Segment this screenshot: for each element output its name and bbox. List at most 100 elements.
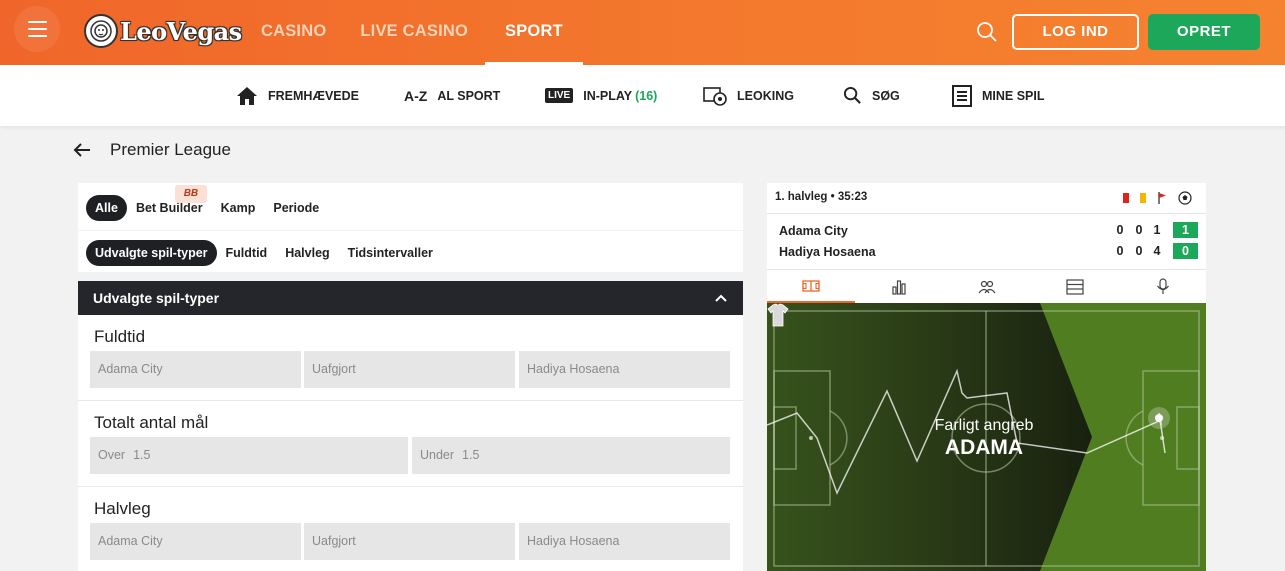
odds-button-away[interactable]: Hadiya Hosaena <box>519 351 730 388</box>
subnav-inplay-label: IN-PLAY <box>583 88 633 103</box>
subnav-leoking[interactable]: LEOKING <box>703 65 794 126</box>
pitch-icon <box>802 279 820 292</box>
odds-line: 1.5 <box>462 448 480 462</box>
ball-icon <box>1178 191 1192 205</box>
subnav-search[interactable]: SØG <box>843 65 900 126</box>
subnav-featured[interactable]: FREMHÆVEDE <box>236 65 359 126</box>
lion-logo-icon <box>84 14 118 48</box>
search-icon <box>843 86 861 104</box>
filter-panel: Alle BB Bet Builder Kamp Periode Udvalgt… <box>78 183 743 272</box>
home-red-cards: 0 <box>1116 223 1124 237</box>
leoking-icon <box>703 86 727 106</box>
odds-button-away[interactable]: Hadiya Hosaena <box>519 523 730 560</box>
subnav-mybets[interactable]: MINE SPIL <box>952 65 1045 126</box>
filter-match[interactable]: Kamp <box>212 195 265 221</box>
filter-all[interactable]: Alle <box>86 195 127 221</box>
red-card-icon <box>1123 193 1129 203</box>
filter-fulltime[interactable]: Fuldtid <box>217 240 277 266</box>
odds-label: Uafgjort <box>312 534 356 548</box>
tab-pitch[interactable] <box>767 270 855 303</box>
home-corners: 1 <box>1153 223 1161 237</box>
login-button[interactable]: LOG IND <box>1012 14 1139 50</box>
chevron-up-icon <box>715 294 727 302</box>
betslip-icon <box>952 84 972 107</box>
filter-bet-builder-label: Bet Builder <box>135 201 203 215</box>
top-header: LeoVegas CASINO LIVE CASINO SPORT LOG IN… <box>0 0 1285 65</box>
list-icon <box>1066 278 1084 295</box>
hamburger-menu-icon[interactable] <box>14 6 60 52</box>
brand-logo[interactable]: LeoVegas <box>84 14 242 48</box>
tab-commentary[interactable] <box>1119 270 1206 303</box>
nav-casino[interactable]: CASINO <box>244 0 343 65</box>
market-title: Totalt antal mål <box>94 413 209 432</box>
tab-stats[interactable] <box>855 270 943 303</box>
live-badge: LIVE <box>545 88 574 103</box>
away-red-cards: 0 <box>1116 244 1124 258</box>
filter-halftime[interactable]: Halvleg <box>276 240 338 266</box>
live-pitch-visual: Farligt angreb ADAMA <box>767 303 1206 571</box>
market-total-goals: Totalt antal mål Over 1.5 Under 1.5 <box>78 401 743 487</box>
divider <box>767 213 1206 214</box>
filter-row-types: Udvalgte spil-typer Fuldtid Halvleg Tids… <box>86 240 442 266</box>
subnav-mybets-label: MINE SPIL <box>982 88 1045 103</box>
home-goals: 1 <box>1173 222 1198 238</box>
tab-lineups[interactable] <box>943 270 1031 303</box>
subnav-all-sport-label: AL SPORT <box>437 88 501 103</box>
odds-button-under[interactable]: Under 1.5 <box>412 437 730 474</box>
odds-label: Over <box>98 448 126 462</box>
odds-button-draw[interactable]: Uafgjort <box>304 523 515 560</box>
subnav-inplay[interactable]: LIVE IN-PLAY (16) <box>545 65 657 126</box>
back-arrow-icon[interactable] <box>72 140 92 160</box>
market-fulltime: Fuldtid Adama City Uafgjort Hadiya Hosae… <box>78 315 743 401</box>
subnav-search-label: SØG <box>872 88 900 103</box>
odds-button-home[interactable]: Adama City <box>90 523 301 560</box>
odds-label: Adama City <box>98 362 163 376</box>
odds-button-draw[interactable]: Uafgjort <box>304 351 515 388</box>
odds-label: Adama City <box>98 534 163 548</box>
away-goals: 0 <box>1173 243 1198 259</box>
page-title: Premier League <box>110 140 231 159</box>
subnav-leoking-label: LEOKING <box>737 88 794 103</box>
nav-live-casino[interactable]: LIVE CASINO <box>343 0 485 65</box>
away-yellow-cards: 0 <box>1135 244 1143 258</box>
az-icon: A-Z <box>404 87 428 104</box>
filter-selected-types[interactable]: Udvalgte spil-typer <box>86 240 217 266</box>
match-tracker: 1. halvleg • 35:23 Adama City 0 0 1 1 Ha… <box>767 183 1206 571</box>
market-halftime: Halvleg Adama City Uafgjort Hadiya Hosae… <box>78 487 743 571</box>
filter-period[interactable]: Periode <box>264 195 328 221</box>
odds-button-home[interactable]: Adama City <box>90 351 301 388</box>
section-title: Udvalgte spil-typer <box>93 290 220 306</box>
market-title: Fuldtid <box>94 327 146 346</box>
home-icon <box>237 86 257 105</box>
home-yellow-cards: 0 <box>1135 223 1143 237</box>
odds-label: Uafgjort <box>312 362 356 376</box>
yellow-card-icon <box>1140 193 1146 203</box>
tab-table[interactable] <box>1031 270 1119 303</box>
home-team-name: Adama City <box>779 224 848 238</box>
event-team: ADAMA <box>944 436 1024 459</box>
odds-label: Hadiya Hosaena <box>527 362 620 376</box>
section-header[interactable]: Udvalgte spil-typer <box>78 281 743 315</box>
subnav-all-sport[interactable]: A-Z AL SPORT <box>404 65 500 126</box>
register-button[interactable]: OPRET <box>1148 14 1260 50</box>
nav-sport[interactable]: SPORT <box>485 0 583 65</box>
away-team-name: Hadiya Hosaena <box>779 245 876 259</box>
search-icon[interactable] <box>975 20 999 44</box>
inplay-count: (16) <box>635 88 658 103</box>
match-clock: 1. halvleg • 35:23 <box>775 191 868 203</box>
event-label: Farligt angreb <box>934 417 1034 434</box>
brand-name: LeoVegas <box>120 16 242 46</box>
odds-label: Hadiya Hosaena <box>527 534 620 548</box>
team-shirt-icon <box>767 303 789 327</box>
microphone-icon <box>1156 278 1169 294</box>
bet-builder-badge: BB <box>174 185 207 203</box>
filter-intervals[interactable]: Tidsintervaller <box>339 240 442 266</box>
filter-bet-builder[interactable]: BB Bet Builder <box>127 185 212 221</box>
odds-line: 1.5 <box>133 448 151 462</box>
filter-divider <box>78 230 743 231</box>
away-corners: 4 <box>1153 244 1161 258</box>
odds-label: Under <box>420 448 455 462</box>
match-stat-icons <box>1123 191 1192 205</box>
filter-row-scope: Alle BB Bet Builder Kamp Periode <box>86 185 328 221</box>
odds-button-over[interactable]: Over 1.5 <box>90 437 408 474</box>
